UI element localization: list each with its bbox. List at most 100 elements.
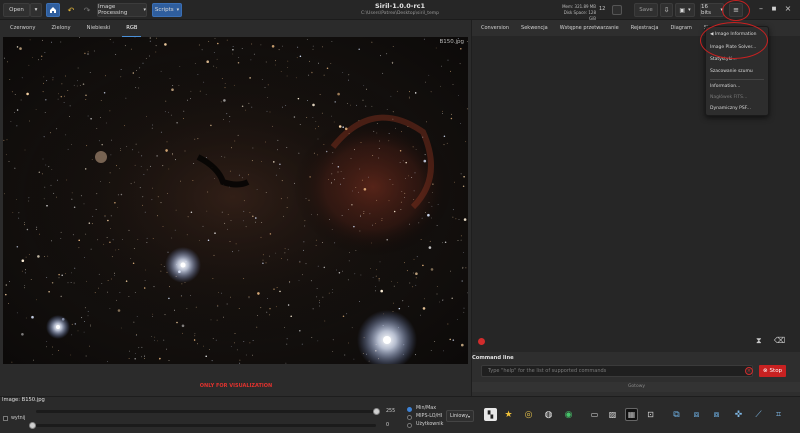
chevron-down-icon: ▾ (688, 7, 691, 13)
low-threshold-value[interactable]: 0 (386, 423, 389, 428)
astro-image (3, 37, 468, 364)
open-label: Open (9, 7, 24, 13)
tab-red[interactable]: Czerwony (2, 22, 43, 36)
maximize-button[interactable]: ■ (768, 6, 780, 12)
hamburger-menu-button[interactable]: ≡ (729, 3, 743, 17)
ring-icon: ◉ (564, 409, 573, 420)
ring-button[interactable]: ◉ (562, 408, 575, 421)
maximize-icon: ■ (771, 6, 777, 12)
crop-button[interactable]: ✜ (732, 408, 745, 421)
low-threshold-slider[interactable] (36, 424, 376, 427)
snapshot-button[interactable]: ▣ ▾ (675, 3, 695, 17)
channel-tabs: Czerwony Zielony Niebieski RGB (2, 22, 145, 37)
rotate-button[interactable]: ⧉ (670, 408, 683, 421)
flip-button[interactable]: ⧈ (690, 408, 703, 421)
menu-item-statistics[interactable]: Statystyki... (710, 57, 737, 62)
tab-preprocessing[interactable]: Wstępne przetwarzanie (554, 22, 625, 36)
tab-sequence[interactable]: Sekwencja (515, 22, 554, 36)
image-processing-menu[interactable]: Image Processing ▾ (97, 3, 147, 17)
redo-button[interactable]: ↷ (80, 3, 94, 17)
save-log-button[interactable]: ⧗ (756, 336, 762, 346)
chevron-down-icon: ▾ (34, 7, 38, 13)
target-icon: ◎ (524, 409, 533, 420)
cut-checkbox[interactable] (3, 416, 8, 421)
menu-item-plate-solver[interactable]: Image Plate Solver... (710, 45, 756, 50)
menu-item-information[interactable]: Information... (710, 84, 740, 89)
process-tabs: Conversion Sekwencja Wstępne przetwarzan… (472, 22, 734, 36)
low-threshold-knob[interactable] (29, 422, 36, 429)
zoom-fit-button[interactable]: ⊡ (644, 408, 657, 421)
globe-button[interactable]: ◍ (542, 408, 555, 421)
image-viewer[interactable]: B150.jpg (3, 37, 468, 364)
cut-checkbox-label: wytnij (11, 416, 26, 421)
stop-indicator-icon[interactable] (478, 338, 485, 345)
film-icon: ⧉ (673, 409, 680, 420)
close-icon: × (784, 4, 792, 13)
photo-icon: ▨ (608, 410, 617, 419)
save-as-button[interactable]: ⇩ (660, 3, 673, 17)
measure-button[interactable]: ⟋ (752, 408, 765, 421)
tab-registration[interactable]: Rejestracja (625, 22, 665, 36)
menu-item-dynamic-psf[interactable]: Dynamiczny PSF... (710, 106, 751, 111)
display-linear-button[interactable]: ▭ (588, 408, 601, 421)
menu-item-image-information[interactable]: ◀ Image Information (710, 32, 756, 37)
open-button[interactable]: Open (3, 3, 30, 17)
visualization-notice: ONLY FOR VISUALIZATION (199, 383, 273, 389)
clear-log-button[interactable]: ⌫ (774, 336, 785, 345)
save-button[interactable]: Save (634, 3, 658, 17)
bit-depth-selector[interactable]: 16 bits ▾ (700, 3, 724, 17)
menu-item-noise-estimation[interactable]: Szacowanie szumu (710, 69, 753, 74)
command-line-label: Command line (472, 355, 514, 361)
grid-button[interactable]: ⌗ (772, 408, 785, 421)
scripts-menu[interactable]: Scripts ▾ (152, 3, 182, 17)
camera-icon: ▣ (679, 6, 686, 14)
display-mode-select[interactable]: Liniowy ▾ (446, 410, 474, 422)
tab-conversion[interactable]: Conversion (475, 22, 515, 36)
tab-blue[interactable]: Niebieski (79, 22, 119, 36)
close-icon: ⊗ (762, 368, 768, 374)
tab-rgb[interactable]: RGB (118, 22, 145, 37)
export-icon: ⇩ (663, 6, 670, 14)
radio-minmax-label: Min/Max (416, 406, 437, 411)
header-bar: Open ▾ ↶ ↷ Image Processing ▾ Scripts ▾ Si… (0, 0, 800, 21)
negative-view-button[interactable]: ▨ (606, 408, 619, 421)
redo-icon: ↷ (83, 5, 91, 15)
clear-command-button[interactable]: × (745, 367, 753, 375)
undo-button[interactable]: ↶ (64, 3, 78, 17)
open-dropdown-button[interactable]: ▾ (30, 3, 42, 17)
high-threshold-value[interactable]: 255 (386, 409, 395, 414)
crosshair-icon: ✜ (734, 409, 743, 420)
colorbalance-button[interactable]: ◎ (522, 408, 535, 421)
photo-icon: ▭ (590, 410, 599, 419)
eraser-icon: ⌫ (774, 336, 786, 345)
chevron-down-icon: ▾ (467, 413, 470, 419)
minimize-button[interactable]: – (755, 4, 767, 13)
stop-button[interactable]: ⊗ Stop (759, 365, 786, 377)
command-input[interactable] (481, 365, 753, 377)
radio-minmax[interactable] (407, 407, 412, 412)
close-button[interactable]: × (782, 4, 794, 13)
star-icon: ★ (504, 409, 513, 420)
high-threshold-slider[interactable] (36, 410, 376, 413)
high-threshold-knob[interactable] (373, 408, 380, 415)
film-icon: ⧇ (713, 409, 720, 420)
radio-user[interactable] (407, 423, 412, 428)
home-button[interactable] (46, 3, 60, 17)
bit-depth-label: 16 bits (701, 4, 712, 16)
hamburger-icon: ≡ (733, 6, 739, 14)
cpu-spinner[interactable] (612, 5, 622, 15)
minimize-icon: – (759, 4, 763, 13)
menu-item-fits-header[interactable]: Nagłówek FITS... (710, 95, 747, 100)
star-catalog-button[interactable]: ★ (502, 408, 515, 421)
tab-plot[interactable]: Diagram (664, 22, 697, 36)
tab-green[interactable]: Zielony (43, 22, 78, 36)
home-icon (50, 7, 56, 13)
histogram-button[interactable]: ▚ (484, 408, 497, 421)
close-icon: × (746, 368, 752, 374)
false-color-button[interactable]: ▦ (625, 408, 638, 421)
scripts-label: Scripts (154, 7, 174, 13)
radio-mips[interactable] (407, 415, 412, 420)
chevron-down-icon: ▾ (143, 7, 146, 13)
mirror-button[interactable]: ⧇ (710, 408, 723, 421)
radio-mips-label: MIPS-LO/HI (416, 414, 443, 419)
